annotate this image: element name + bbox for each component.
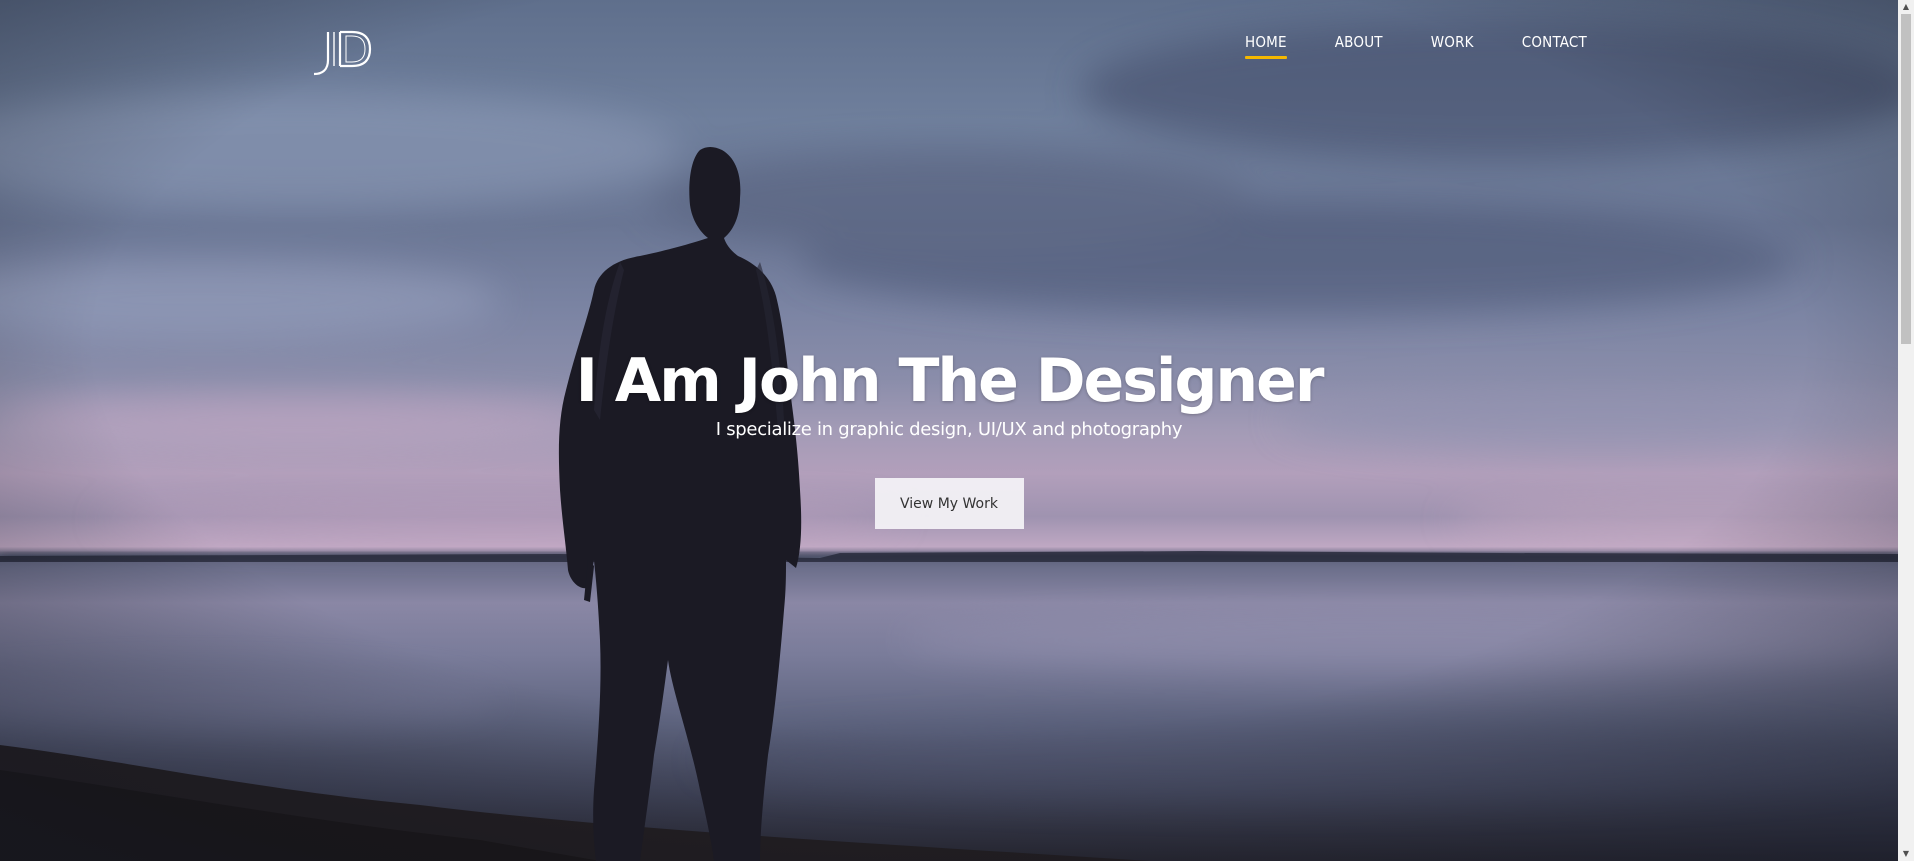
scroll-down-arrow-icon[interactable]: ▼ xyxy=(1898,847,1914,861)
scroll-thumb[interactable] xyxy=(1901,14,1911,344)
scroll-up-arrow-icon[interactable]: ▲ xyxy=(1898,0,1914,14)
nav-item-home[interactable]: HOME xyxy=(1245,33,1287,59)
page-scrollbar[interactable]: ▲ ▼ xyxy=(1898,0,1914,861)
site-logo[interactable] xyxy=(308,26,380,78)
hero-subtitle: I specialize in graphic design, UI/UX an… xyxy=(715,419,1183,440)
view-my-work-button[interactable]: View My Work xyxy=(874,478,1024,529)
nav-item-work[interactable]: WORK xyxy=(1431,33,1474,59)
main-nav: HOME ABOUT WORK CONTACT xyxy=(1245,33,1587,59)
nav-item-about[interactable]: ABOUT xyxy=(1335,33,1383,59)
hero-title: I Am John The Designer xyxy=(575,346,1325,416)
monogram-logo-icon xyxy=(313,30,372,76)
nav-item-contact[interactable]: CONTACT xyxy=(1522,33,1587,59)
page-viewport: HOME ABOUT WORK CONTACT I Am John The De… xyxy=(0,0,1898,861)
hero-content: I Am John The Designer I specialize in g… xyxy=(0,345,1898,529)
